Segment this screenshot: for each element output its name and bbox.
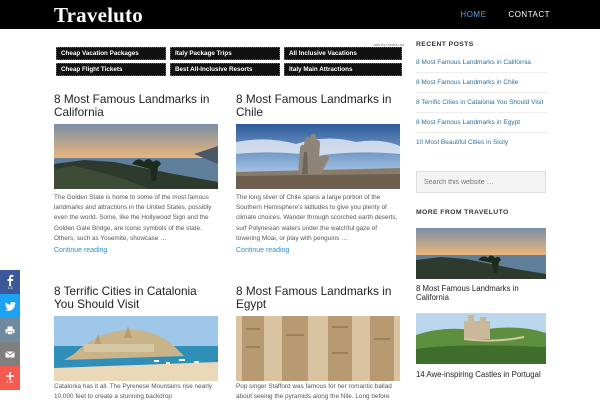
twitter-icon bbox=[4, 301, 16, 311]
ad-link-best-all-inclusive-resorts[interactable]: Best All-Inclusive Resorts bbox=[170, 63, 280, 76]
facebook-share-count: 1.3 bbox=[7, 286, 13, 290]
share-facebook-button[interactable]: 1.3 bbox=[0, 270, 20, 294]
post-card: 8 Most Famous Landmarks in Chile The lon… bbox=[236, 93, 400, 263]
more-from-heading: MORE FROM TRAVELUTO bbox=[416, 209, 509, 216]
share-email-button[interactable] bbox=[0, 342, 20, 366]
post-card: 8 Most Famous Landmarks in Egypt Pop sin… bbox=[236, 285, 400, 400]
post-image-catalonia[interactable] bbox=[54, 316, 218, 381]
recent-post-link[interactable]: 8 Most Famous Landmarks in Chile bbox=[416, 78, 547, 93]
print-icon bbox=[5, 326, 15, 335]
post-card: 8 Terrific Cities in Catalonia You Shoul… bbox=[54, 285, 218, 400]
ad-link-cheap-flight-tickets[interactable]: Cheap Flight Tickets bbox=[56, 63, 166, 76]
ad-link-all-inclusive-vacations[interactable]: All Inclusive Vacations bbox=[284, 47, 402, 60]
search-input[interactable] bbox=[416, 171, 546, 193]
more-post-image-portugal[interactable] bbox=[416, 313, 546, 364]
nav-contact[interactable]: CONTACT bbox=[486, 10, 550, 19]
recent-posts-list: 8 Most Famous Landmarks in California 8 … bbox=[416, 58, 547, 157]
email-icon bbox=[5, 350, 15, 357]
recent-posts-heading: RECENT POSTS bbox=[416, 41, 474, 48]
post-excerpt: Pop singer Stafford was famous for her r… bbox=[236, 383, 392, 400]
post-image-chile[interactable] bbox=[236, 124, 400, 189]
post-image-california[interactable] bbox=[54, 124, 218, 189]
post-card: 8 Most Famous Landmarks in California Th… bbox=[54, 93, 218, 263]
post-title[interactable]: 8 Terrific Cities in Catalonia You Shoul… bbox=[54, 285, 218, 311]
continue-reading-link[interactable]: Continue reading bbox=[54, 247, 107, 254]
continue-reading-link[interactable]: Continue reading bbox=[236, 247, 289, 254]
post-title[interactable]: 8 Most Famous Landmarks in Chile bbox=[236, 93, 400, 119]
more-post-title[interactable]: 14 Awe-inspiring Castles in Portugal bbox=[416, 370, 546, 380]
recent-post-link[interactable]: 8 Most Famous Landmarks in Egypt bbox=[416, 118, 547, 133]
recent-post-link[interactable]: 8 Most Famous Landmarks in California bbox=[416, 58, 547, 73]
post-image-egypt[interactable] bbox=[236, 316, 400, 381]
ad-link-cheap-vacation-packages[interactable]: Cheap Vacation Packages bbox=[56, 47, 166, 60]
site-header: Traveluto HOME CONTACT bbox=[0, 0, 600, 29]
ad-links-grid: Cheap Vacation Packages Italy Package Tr… bbox=[56, 47, 402, 76]
facebook-icon bbox=[7, 274, 14, 286]
share-twitter-button[interactable] bbox=[0, 294, 20, 318]
plus-icon bbox=[6, 372, 14, 380]
share-more-button[interactable]: 1.3K bbox=[0, 366, 20, 390]
share-print-button[interactable] bbox=[0, 318, 20, 342]
main-nav: HOME CONTACT bbox=[438, 0, 550, 29]
ad-link-italy-main-attractions[interactable]: Italy Main Attractions bbox=[284, 63, 402, 76]
total-share-count: 1.3K bbox=[6, 380, 14, 384]
post-excerpt: The Golden State is home to some of the … bbox=[54, 194, 212, 242]
post-excerpt: Catalonia has it all. The Pyrenese Mount… bbox=[54, 383, 212, 400]
recent-post-link[interactable]: 8 Terrific Cities in Catalonia You Shoul… bbox=[416, 98, 547, 113]
post-title[interactable]: 8 Most Famous Landmarks in Egypt bbox=[236, 285, 400, 311]
ad-link-italy-package-trips[interactable]: Italy Package Trips bbox=[170, 47, 280, 60]
post-excerpt: The long sliver of Chile spans a large p… bbox=[236, 194, 398, 242]
recent-post-link[interactable]: 10 Most Beautiful Cities in Sicily bbox=[416, 138, 547, 152]
post-title[interactable]: 8 Most Famous Landmarks in California bbox=[54, 93, 218, 119]
ad-links-block: ads by media.net Cheap Vacation Packages… bbox=[54, 42, 404, 78]
more-post-title[interactable]: 8 Most Famous Landmarks in California bbox=[416, 284, 546, 302]
site-logo[interactable]: Traveluto bbox=[54, 3, 143, 28]
more-post-image-california[interactable] bbox=[416, 228, 546, 279]
nav-home[interactable]: HOME bbox=[438, 10, 486, 19]
